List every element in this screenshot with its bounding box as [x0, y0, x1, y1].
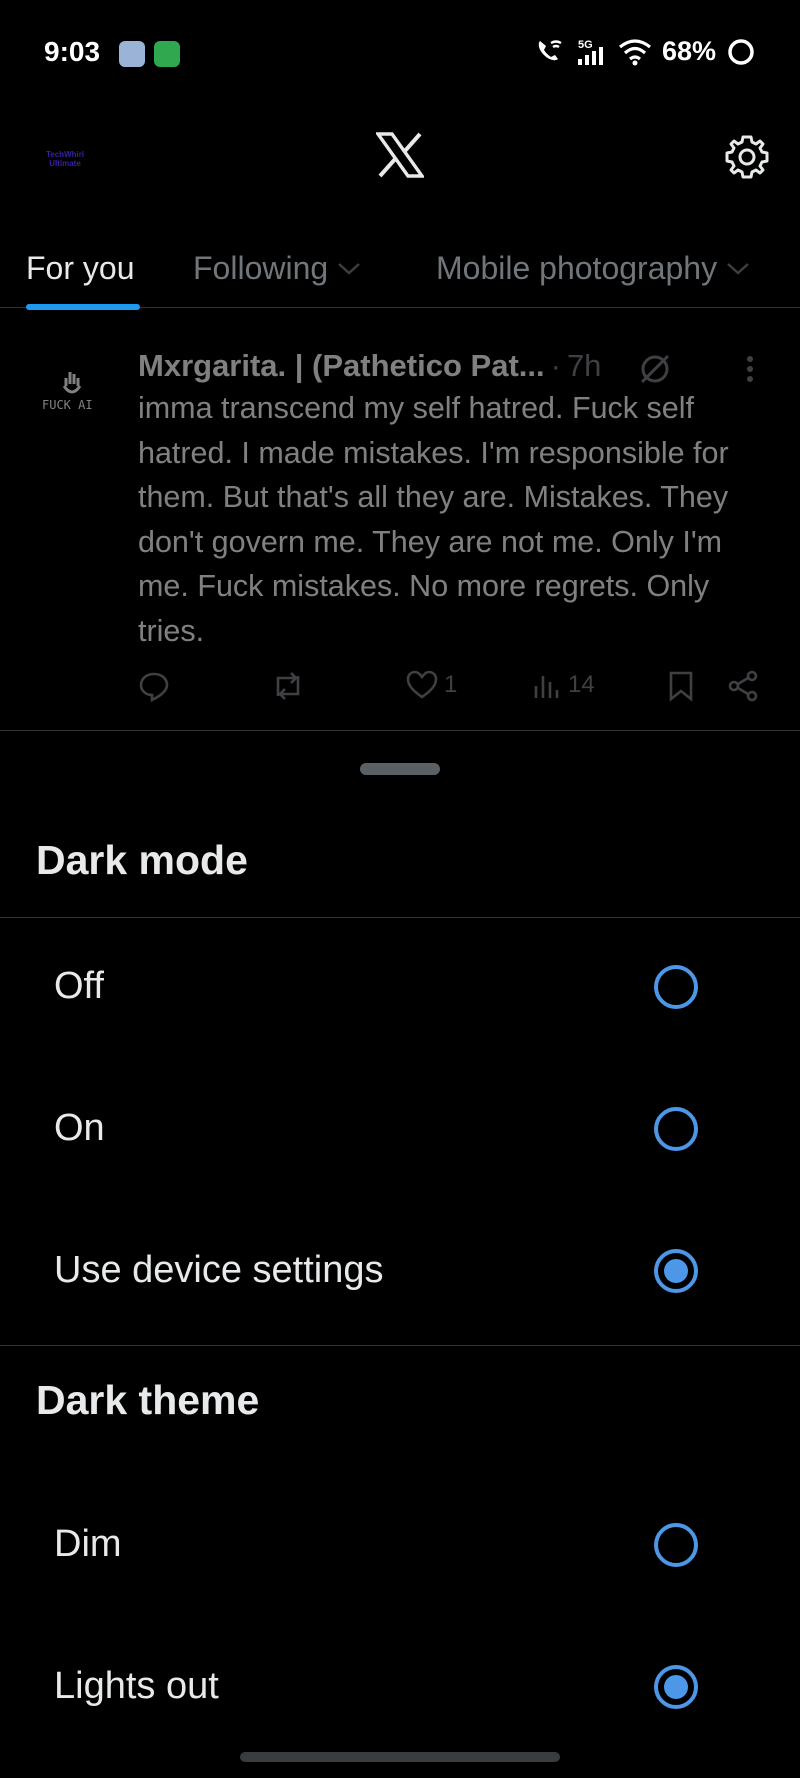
post-separator: ·: [550, 348, 561, 383]
settings-button[interactable]: [720, 130, 774, 184]
divider: [0, 917, 800, 918]
tab-label: Mobile photography: [436, 250, 718, 286]
dark-theme-title: Dark theme: [36, 1377, 260, 1423]
tab-mobile-photography[interactable]: Mobile photography: [436, 250, 751, 308]
gesture-nav-bar[interactable]: [240, 1752, 560, 1762]
dark-theme-option-lights-out[interactable]: Lights out: [0, 1637, 800, 1737]
account-avatar[interactable]: TechWhirl Ultimate: [30, 150, 100, 190]
post-text: imma transcend my self hatred. Fuck self…: [138, 391, 729, 648]
sheet-drag-handle[interactable]: [360, 763, 440, 775]
divider: [0, 1345, 800, 1346]
option-label: On: [54, 1107, 105, 1149]
chevron-down-icon[interactable]: [725, 258, 751, 278]
vpn-shield-icon: [154, 41, 180, 67]
status-time: 9:03: [44, 36, 101, 67]
heart-icon: [406, 670, 438, 699]
views-button[interactable]: 14: [532, 670, 595, 700]
wifi-icon: [618, 38, 651, 65]
grok-icon[interactable]: [638, 352, 672, 386]
dark-mode-title: Dark mode: [36, 837, 248, 883]
radio-on[interactable]: [654, 1107, 698, 1151]
radio-off[interactable]: [654, 965, 698, 1009]
radio-device-settings[interactable]: [654, 1249, 698, 1293]
wifi-calling-icon: [538, 39, 562, 60]
network-type: 5G: [578, 39, 593, 51]
tab-for-you[interactable]: For you: [26, 250, 140, 310]
dark-mode-option-device-settings[interactable]: Use device settings: [0, 1221, 800, 1321]
repost-button[interactable]: [270, 670, 306, 702]
like-button[interactable]: 1: [406, 670, 457, 700]
post-time: 7h: [566, 348, 602, 383]
repost-icon: [276, 672, 300, 700]
views-icon: [534, 676, 559, 698]
option-label: Dim: [54, 1523, 122, 1565]
app-header: TechWhirl Ultimate For you Following Mob…: [0, 108, 800, 310]
option-label: Lights out: [54, 1665, 219, 1707]
option-label: Off: [54, 965, 104, 1007]
display-settings-sheet: Dark mode Off On Use device settings Dar…: [0, 730, 800, 1778]
avatar[interactable]: FUCK AI: [40, 368, 106, 416]
tab-following[interactable]: Following: [193, 250, 362, 308]
battery-percentage: 68%: [661, 36, 716, 66]
hand-icon: [62, 372, 82, 394]
view-count: 14: [568, 671, 595, 698]
share-button[interactable]: [726, 670, 760, 702]
post[interactable]: FUCK AI Mxrgarita. | (Pathetico Pat... ·…: [0, 326, 800, 730]
avatar-text: FUCK AI: [42, 398, 93, 412]
chevron-down-icon[interactable]: [336, 258, 362, 278]
post-author[interactable]: Mxrgarita. | (Pathetico Pat...: [138, 348, 545, 384]
signal-5g-icon: 5G: [577, 39, 603, 65]
bookmark-button[interactable]: [668, 670, 694, 702]
tab-label: For you: [26, 250, 135, 286]
post-actions: 1 14: [138, 670, 764, 710]
gear-icon: [725, 135, 769, 179]
status-indicators: 5G 68%: [534, 36, 756, 67]
more-icon[interactable]: [744, 354, 756, 384]
battery-ring-icon: [728, 38, 754, 65]
account-logo-text: TechWhirl Ultimate: [45, 150, 85, 168]
dark-mode-option-off[interactable]: Off: [0, 937, 800, 1037]
tab-active-indicator: [26, 304, 140, 310]
tab-label: Following: [193, 250, 329, 286]
reply-icon: [139, 672, 169, 702]
like-count: 1: [444, 671, 458, 698]
radio-dim[interactable]: [654, 1523, 698, 1567]
dark-theme-option-dim[interactable]: Dim: [0, 1495, 800, 1595]
reply-button[interactable]: [138, 670, 170, 702]
x-logo-icon: [374, 132, 426, 183]
feed-tabs: For you Following Mobile photography: [0, 250, 800, 310]
radio-lights-out[interactable]: [654, 1665, 698, 1709]
dark-mode-option-on[interactable]: On: [0, 1079, 800, 1179]
notification-app-icon: [119, 41, 145, 67]
bookmark-icon: [669, 671, 693, 702]
option-label: Use device settings: [54, 1249, 384, 1291]
share-icon: [728, 670, 758, 702]
post-header: Mxrgarita. | (Pathetico Pat... · 7h: [138, 346, 760, 386]
status-bar: 9:03 5G 68%: [0, 0, 800, 108]
